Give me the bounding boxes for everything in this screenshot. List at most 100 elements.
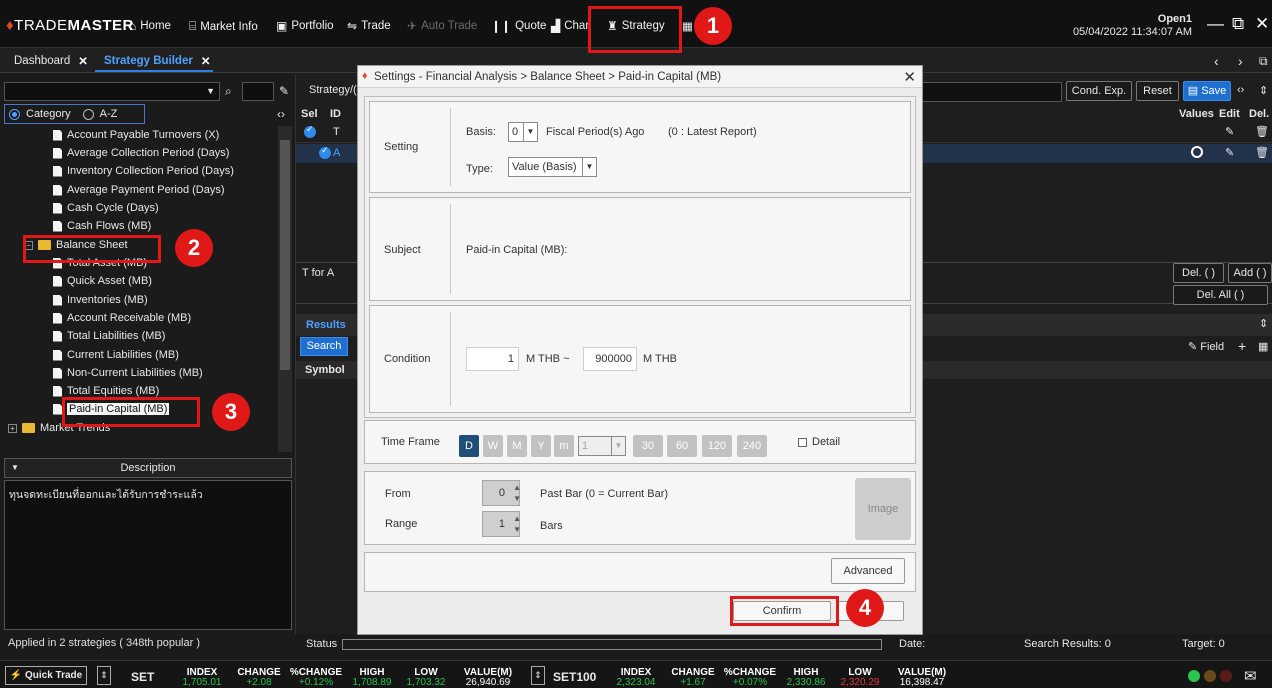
expand-vertical-icon[interactable]: ⇕ bbox=[1259, 84, 1268, 97]
description-header[interactable]: ▼ Description bbox=[4, 458, 292, 478]
window-list-icon[interactable]: ⧉ bbox=[1259, 54, 1268, 69]
timeframe-w-button[interactable]: W bbox=[483, 435, 503, 457]
quick-trade-button[interactable]: ⚡ Quick Trade bbox=[5, 666, 87, 685]
timeframe-m-button[interactable]: M bbox=[507, 435, 527, 457]
tree-item[interactable]: Current Liabilities (MB) bbox=[53, 349, 179, 361]
field-button[interactable]: ✎ Field bbox=[1188, 340, 1224, 353]
range-spinner[interactable]: 1 ▲ ▼ bbox=[482, 511, 521, 537]
type-select[interactable]: Value (Basis) ▼ bbox=[508, 157, 597, 177]
value-circle-icon[interactable] bbox=[1191, 146, 1203, 158]
set-pct-change: %CHANGE +0.12% bbox=[289, 667, 343, 688]
checkbox-checked-icon[interactable] bbox=[304, 124, 316, 138]
radio-a-z[interactable] bbox=[82, 108, 94, 120]
spinner-arrows-icon[interactable]: ▲ ▼ bbox=[511, 513, 521, 535]
wrench-icon[interactable]: ✎ bbox=[279, 84, 289, 98]
qr-icon[interactable]: ▦ bbox=[1258, 340, 1268, 353]
add-condition-button[interactable]: Add ( ) bbox=[1228, 263, 1272, 283]
trash-icon[interactable]: 🗑 bbox=[1255, 146, 1269, 159]
tree-item[interactable]: Inventories (MB) bbox=[53, 294, 148, 306]
results-tab[interactable]: Results bbox=[306, 319, 346, 331]
timeframe-d-button[interactable]: D bbox=[459, 435, 479, 457]
index-selector-icon[interactable]: ⇕ bbox=[531, 666, 545, 685]
tree-item[interactable]: Total Equities (MB) bbox=[53, 385, 159, 397]
chevron-right-icon[interactable]: › bbox=[1238, 53, 1243, 69]
timeframe-240-button[interactable]: 240 bbox=[737, 435, 767, 457]
tree-item[interactable]: Account Payable Turnovers (X) bbox=[53, 129, 219, 141]
cond-exp-button[interactable]: Cond. Exp. bbox=[1066, 81, 1132, 101]
search-icon[interactable]: ⌕ bbox=[225, 84, 232, 99]
minimize-icon[interactable]: — bbox=[1207, 14, 1224, 34]
basis-select[interactable]: 0 ▼ bbox=[508, 122, 538, 142]
plus-icon[interactable]: + bbox=[1238, 338, 1246, 354]
spinner-arrows-icon[interactable]: ▲ ▼ bbox=[511, 482, 521, 504]
close-tab-icon[interactable]: ✕ bbox=[201, 54, 211, 68]
search-button[interactable]: Search bbox=[300, 337, 348, 356]
condition-section: Condition 1 M THB ~ 900000 M THB bbox=[369, 305, 911, 413]
scrollbar-thumb[interactable] bbox=[280, 140, 290, 370]
edit-icon[interactable]: ✎ bbox=[1225, 125, 1234, 138]
tree-item[interactable]: Average Collection Period (Days) bbox=[53, 147, 229, 159]
nav-quote[interactable]: ❙❙ Quote bbox=[491, 19, 546, 33]
set100-pct-change: %CHANGE +0.07% bbox=[723, 667, 777, 688]
detail-checkbox[interactable] bbox=[798, 438, 807, 447]
minute-select[interactable]: 1 ▼ bbox=[578, 436, 626, 456]
tab-strategy-builder[interactable]: Strategy Builder ✕ bbox=[104, 54, 210, 68]
close-icon[interactable]: ✕ bbox=[1255, 14, 1269, 34]
mail-icon[interactable]: ✉ bbox=[1244, 667, 1257, 685]
timeframe-y-button[interactable]: Y bbox=[531, 435, 551, 457]
nav-chart[interactable]: ▟ Char bbox=[551, 19, 589, 33]
chevron-left-icon[interactable]: ‹ bbox=[1214, 53, 1219, 69]
set-change: CHANGE +2.08 bbox=[237, 667, 281, 688]
tree-item[interactable]: Total Liabilities (MB) bbox=[53, 330, 165, 342]
del-condition-button[interactable]: Del. ( ) bbox=[1173, 263, 1224, 283]
timeframe-120-button[interactable]: 120 bbox=[702, 435, 732, 457]
condition-max-input[interactable]: 900000 bbox=[583, 347, 637, 371]
del-all-button[interactable]: Del. All ( ) bbox=[1173, 285, 1268, 305]
radio-category[interactable] bbox=[9, 108, 20, 120]
timeframe-minute-button[interactable]: m bbox=[554, 435, 574, 457]
set-low: LOW 1,703.32 bbox=[406, 667, 446, 688]
close-icon[interactable]: ✕ bbox=[903, 68, 916, 86]
edit-icon: ✎ bbox=[1188, 341, 1201, 353]
edit-icon[interactable]: ✎ bbox=[1225, 146, 1234, 159]
nav-auto-trade[interactable]: ✈ Auto Trade bbox=[407, 19, 477, 33]
connection-status-icon bbox=[1188, 670, 1200, 682]
expand-vertical-icon[interactable]: ⇕ bbox=[1259, 317, 1268, 330]
tree-item[interactable]: Cash Cycle (Days) bbox=[53, 202, 159, 214]
swap-icon[interactable]: ‹› bbox=[1237, 84, 1244, 96]
tree-item[interactable]: Account Receivable (MB) bbox=[53, 312, 191, 324]
restore-icon[interactable]: ⧉ bbox=[1232, 14, 1244, 34]
tree-item[interactable]: Average Payment Period (Days) bbox=[53, 184, 225, 196]
advanced-button[interactable]: Advanced bbox=[831, 558, 905, 584]
save-button[interactable]: ▤ Save bbox=[1183, 81, 1231, 101]
checkbox-checked-icon[interactable] bbox=[319, 145, 332, 159]
subject-section: Subject Paid-in Capital (MB): bbox=[369, 197, 911, 301]
nav-home[interactable]: ⌂ Home bbox=[129, 19, 171, 33]
expand-icon[interactable]: + bbox=[8, 423, 17, 433]
category-search-select[interactable]: ▼ bbox=[4, 82, 220, 101]
nav-market-info[interactable]: ⌸ Market Info bbox=[189, 19, 258, 34]
tree-item[interactable]: Quick Asset (MB) bbox=[53, 275, 152, 287]
expression-text: T for A bbox=[302, 267, 335, 279]
timeframe-30-button[interactable]: 30 bbox=[633, 435, 663, 457]
close-tab-icon[interactable]: ✕ bbox=[78, 54, 88, 68]
trash-icon[interactable]: 🗑 bbox=[1255, 125, 1269, 138]
tab-dashboard[interactable]: Dashboard ✕ bbox=[14, 54, 88, 68]
reset-button[interactable]: Reset bbox=[1136, 81, 1179, 101]
image-button[interactable]: Image bbox=[855, 478, 911, 540]
grid-menu-icon[interactable]: ▦ bbox=[682, 19, 693, 33]
tree-scrollbar[interactable] bbox=[278, 126, 292, 452]
timeframe-60-button[interactable]: 60 bbox=[667, 435, 697, 457]
expand-collapse-icon[interactable]: ‹› bbox=[277, 107, 285, 121]
nav-trade[interactable]: ⇋ Trade bbox=[347, 19, 391, 33]
tree-item[interactable]: Inventory Collection Period (Days) bbox=[53, 165, 234, 177]
strategy-name-input[interactable] bbox=[920, 82, 1062, 102]
nav-portfolio[interactable]: ▣ Portfolio bbox=[276, 19, 334, 33]
tree-item[interactable]: Non-Current Liabilities (MB) bbox=[53, 367, 203, 379]
from-spinner[interactable]: 0 ▲ ▼ bbox=[482, 480, 521, 506]
tree-item[interactable]: Cash Flows (MB) bbox=[53, 220, 151, 232]
save-icon: ▤ bbox=[1187, 85, 1202, 97]
search-input[interactable] bbox=[242, 82, 274, 101]
condition-min-input[interactable]: 1 bbox=[466, 347, 519, 371]
index-selector-icon[interactable]: ⇕ bbox=[97, 666, 111, 685]
